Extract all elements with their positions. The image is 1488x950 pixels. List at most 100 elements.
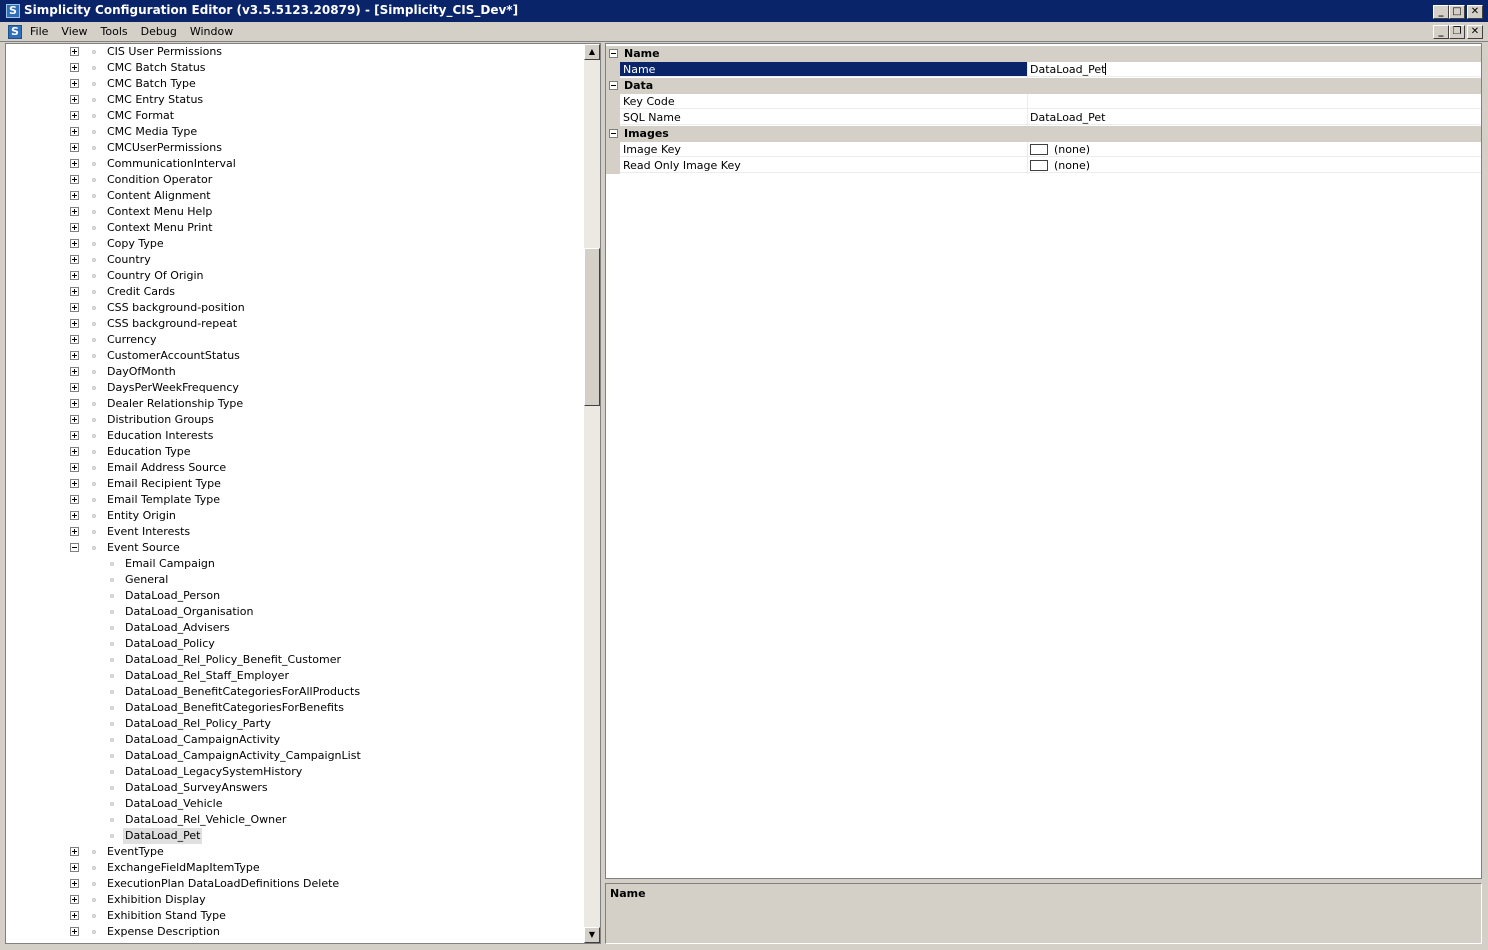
collapse-icon[interactable] xyxy=(609,49,618,58)
expand-icon[interactable] xyxy=(70,95,79,104)
child-minimize-button[interactable]: _ xyxy=(1433,25,1449,39)
tree-item[interactable]: CMC Batch Status xyxy=(6,60,586,76)
minimize-button[interactable]: _ xyxy=(1433,5,1449,19)
menu-window[interactable]: Window xyxy=(190,25,233,38)
tree-item[interactable]: Country Of Origin xyxy=(6,268,586,284)
expand-icon[interactable] xyxy=(70,383,79,392)
document-icon[interactable]: S xyxy=(8,25,22,39)
property-grid[interactable]: Name Name DataLoad_Pet Data Key Code SQL Name… xyxy=(605,43,1482,879)
expand-icon[interactable] xyxy=(70,463,79,472)
collapse-icon[interactable] xyxy=(609,81,618,90)
tree-item[interactable]: Distribution Groups xyxy=(6,412,586,428)
scroll-up-arrow-icon[interactable]: ▲ xyxy=(584,44,600,60)
tree-item[interactable]: DataLoad_BenefitCategoriesForAllProducts xyxy=(6,684,586,700)
tree-item[interactable]: Education Type xyxy=(6,444,586,460)
maximize-button[interactable]: □ xyxy=(1449,5,1465,19)
tree-item[interactable]: DaysPerWeekFrequency xyxy=(6,380,586,396)
scroll-thumb[interactable] xyxy=(584,248,600,406)
expand-icon[interactable] xyxy=(70,863,79,872)
expand-icon[interactable] xyxy=(70,79,79,88)
tree-item[interactable]: DataLoad_Policy xyxy=(6,636,586,652)
tree-item[interactable]: DataLoad_CampaignActivity xyxy=(6,732,586,748)
tree-item[interactable]: Currency xyxy=(6,332,586,348)
expand-icon[interactable] xyxy=(70,127,79,136)
expand-icon[interactable] xyxy=(70,47,79,56)
property-value[interactable] xyxy=(1028,94,1481,109)
tree-item[interactable]: Education Interests xyxy=(6,428,586,444)
tree-item[interactable]: Exhibition Display xyxy=(6,892,586,908)
tree-item[interactable]: Condition Operator xyxy=(6,172,586,188)
tree-item[interactable]: Credit Cards xyxy=(6,284,586,300)
expand-icon[interactable] xyxy=(70,351,79,360)
tree-item[interactable]: CIS User Permissions xyxy=(6,44,586,60)
property-value-input[interactable]: DataLoad_Pet xyxy=(1028,62,1481,77)
tree-item[interactable]: CMC Entry Status xyxy=(6,92,586,108)
property-row[interactable]: Read Only Image Key (none) xyxy=(606,158,1481,174)
tree-item[interactable]: Country xyxy=(6,252,586,268)
property-row[interactable]: Key Code xyxy=(606,94,1481,110)
tree-item[interactable]: Content Alignment xyxy=(6,188,586,204)
app-icon[interactable]: S xyxy=(6,4,20,18)
expand-icon[interactable] xyxy=(70,319,79,328)
tree-item[interactable]: Context Menu Help xyxy=(6,204,586,220)
tree-scrollbar[interactable]: ▲ ▼ xyxy=(584,44,600,943)
expand-icon[interactable] xyxy=(70,207,79,216)
property-value[interactable]: (none) xyxy=(1028,158,1481,173)
menu-tools[interactable]: Tools xyxy=(101,25,128,38)
expand-icon[interactable] xyxy=(70,895,79,904)
tree-item[interactable]: DataLoad_Vehicle xyxy=(6,796,586,812)
title-bar[interactable]: S Simplicity Configuration Editor (v3.5.… xyxy=(0,0,1488,22)
tree-item[interactable]: DataLoad_Pet xyxy=(6,828,586,844)
tree-item[interactable]: CMC Batch Type xyxy=(6,76,586,92)
tree-item[interactable]: DataLoad_Rel_Staff_Employer xyxy=(6,668,586,684)
scroll-down-arrow-icon[interactable]: ▼ xyxy=(584,927,600,943)
property-name[interactable]: Image Key xyxy=(620,142,1027,157)
tree-item[interactable]: Copy Type xyxy=(6,236,586,252)
expand-icon[interactable] xyxy=(70,927,79,936)
menu-file[interactable]: File xyxy=(30,25,48,38)
property-row[interactable]: Name DataLoad_Pet xyxy=(606,62,1481,78)
expand-icon[interactable] xyxy=(70,63,79,72)
expand-icon[interactable] xyxy=(70,223,79,232)
category-name[interactable]: Name xyxy=(606,46,1481,62)
tree-item[interactable]: CMC Media Type xyxy=(6,124,586,140)
tree-item[interactable]: Email Recipient Type xyxy=(6,476,586,492)
expand-icon[interactable] xyxy=(70,431,79,440)
tree-item[interactable]: DataLoad_Organisation xyxy=(6,604,586,620)
tree-item[interactable]: Email Address Source xyxy=(6,460,586,476)
property-name[interactable]: Key Code xyxy=(620,94,1027,109)
expand-icon[interactable] xyxy=(70,415,79,424)
expand-icon[interactable] xyxy=(70,367,79,376)
tree-item[interactable]: CustomerAccountStatus xyxy=(6,348,586,364)
tree-item[interactable]: CMC Format xyxy=(6,108,586,124)
tree-item[interactable]: Context Menu Print xyxy=(6,220,586,236)
tree-item[interactable]: Exhibition Stand Type xyxy=(6,908,586,924)
tree-item[interactable]: Event Source xyxy=(6,540,586,556)
expand-icon[interactable] xyxy=(70,175,79,184)
expand-icon[interactable] xyxy=(70,159,79,168)
expand-icon[interactable] xyxy=(70,239,79,248)
expand-icon[interactable] xyxy=(70,111,79,120)
property-row[interactable]: Image Key (none) xyxy=(606,142,1481,158)
tree-item[interactable]: DataLoad_CampaignActivity_CampaignList xyxy=(6,748,586,764)
tree-item[interactable]: CMCUserPermissions xyxy=(6,140,586,156)
expand-icon[interactable] xyxy=(70,255,79,264)
expand-icon[interactable] xyxy=(70,287,79,296)
tree-item[interactable]: Entity Origin xyxy=(6,508,586,524)
tree-item[interactable]: Event Interests xyxy=(6,524,586,540)
expand-icon[interactable] xyxy=(70,447,79,456)
property-value[interactable]: (none) xyxy=(1028,142,1481,157)
property-value[interactable]: DataLoad_Pet xyxy=(1028,110,1481,125)
child-restore-button[interactable]: ❐ xyxy=(1449,25,1465,39)
expand-icon[interactable] xyxy=(70,191,79,200)
tree-item[interactable]: Email Campaign xyxy=(6,556,586,572)
expand-icon[interactable] xyxy=(70,271,79,280)
tree-item[interactable]: DataLoad_Person xyxy=(6,588,586,604)
collapse-icon[interactable] xyxy=(609,129,618,138)
tree-item[interactable]: ExecutionPlan DataLoadDefinitions Delete xyxy=(6,876,586,892)
expand-icon[interactable] xyxy=(70,335,79,344)
tree-item[interactable]: Email Template Type xyxy=(6,492,586,508)
tree-item[interactable]: DataLoad_LegacySystemHistory xyxy=(6,764,586,780)
tree-item[interactable]: EventType xyxy=(6,844,586,860)
tree-item[interactable]: CSS background-repeat xyxy=(6,316,586,332)
